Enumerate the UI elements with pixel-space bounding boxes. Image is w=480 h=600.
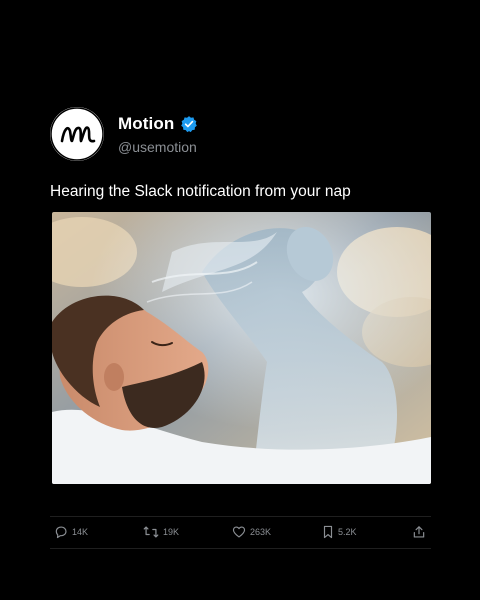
account-handle[interactable]: @usemotion — [118, 139, 198, 155]
post-text: Hearing the Slack notification from your… — [50, 183, 351, 200]
sleeping-man-soul-illustration — [52, 212, 431, 484]
account-identity: Motion @usemotion — [118, 114, 198, 155]
reply-icon — [55, 526, 67, 539]
account-name[interactable]: Motion — [118, 114, 174, 134]
bookmark-button[interactable]: 5.2K — [322, 525, 357, 539]
heart-icon — [232, 526, 246, 538]
motion-logo-icon — [50, 107, 104, 161]
post-card: Motion @usemotion Hearing the Slack noti… — [50, 104, 431, 549]
post-actions-bar: 14K 19K 263K 5.2K — [50, 516, 431, 549]
reply-button[interactable]: 14K — [54, 525, 88, 539]
reply-count: 14K — [72, 527, 89, 537]
post-header: Motion @usemotion — [50, 104, 431, 164]
repost-count: 19K — [163, 527, 180, 537]
share-button[interactable] — [412, 525, 430, 539]
bookmark-count: 5.2K — [338, 527, 357, 537]
bookmark-icon — [323, 525, 333, 539]
like-button[interactable]: 263K — [232, 525, 271, 539]
repost-icon — [143, 526, 159, 538]
post-image[interactable] — [52, 212, 431, 484]
like-count: 263K — [250, 527, 272, 537]
name-row: Motion — [118, 114, 198, 134]
avatar[interactable] — [50, 107, 104, 161]
verified-badge-icon — [181, 115, 198, 132]
share-icon — [413, 526, 425, 538]
repost-button[interactable]: 19K — [143, 525, 179, 539]
